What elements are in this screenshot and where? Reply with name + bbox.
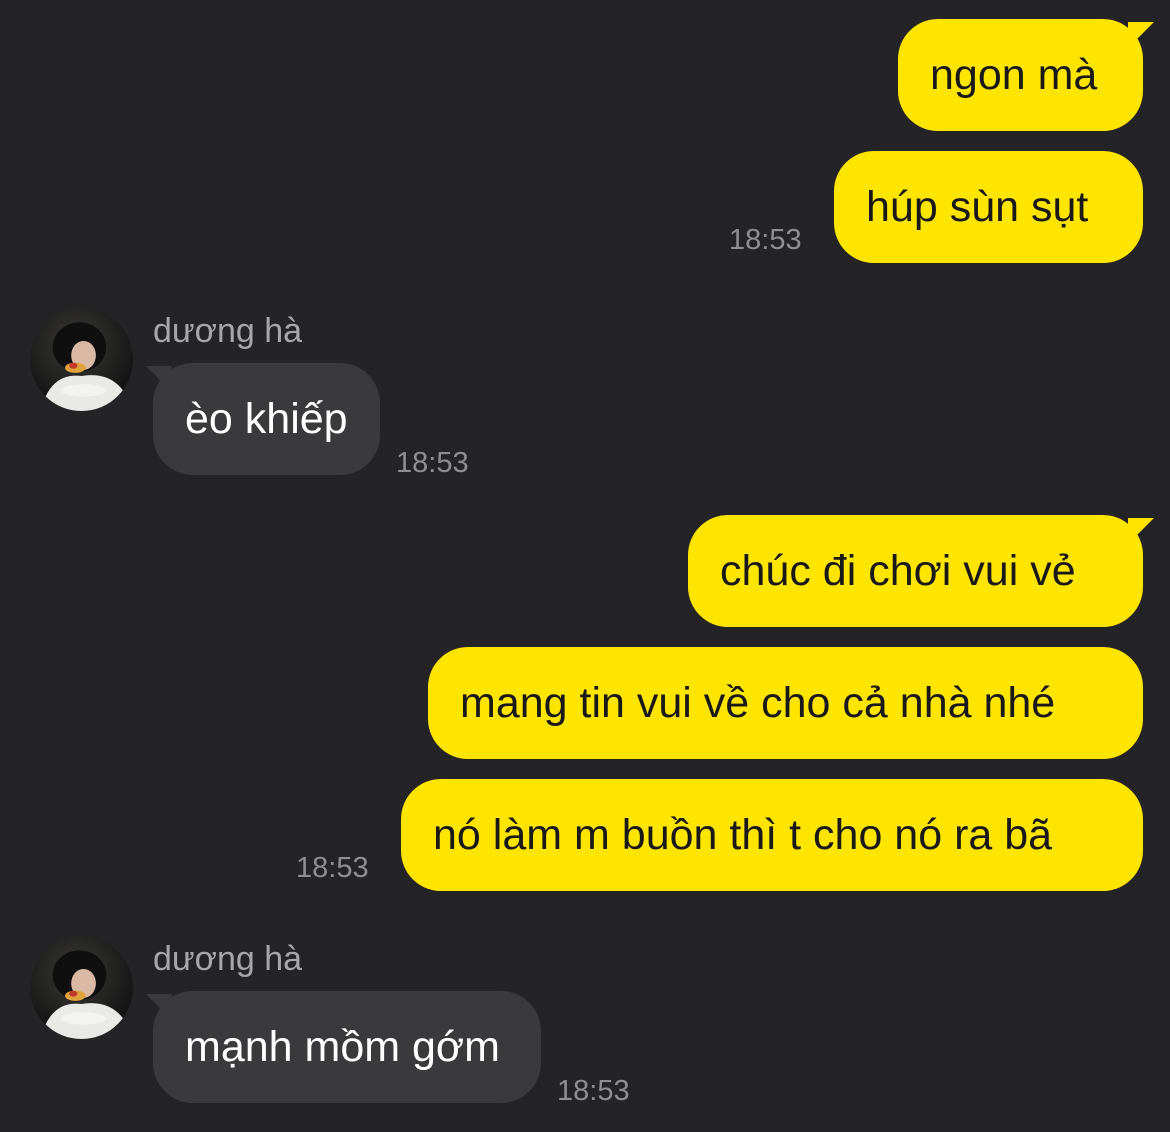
message-text: ngon mà (930, 50, 1098, 99)
bubble-tail (146, 994, 172, 1020)
bubble-tail (146, 366, 172, 392)
contact-avatar[interactable] (30, 936, 133, 1039)
message-timestamp: 18:53 (396, 447, 469, 479)
message-text: húp sùn sụt (866, 182, 1089, 231)
bubble-tail (1128, 22, 1154, 48)
message-text: chúc đi chơi vui vẻ (720, 546, 1076, 595)
outgoing-message-bubble[interactable]: húp sùn sụt (834, 151, 1143, 263)
message-timestamp: 18:53 (296, 852, 369, 884)
message-text: mạnh mồm gớm (185, 1022, 500, 1071)
contact-avatar[interactable] (30, 308, 133, 411)
avatar-photo-icon (40, 950, 133, 1039)
outgoing-message-bubble[interactable]: chúc đi chơi vui vẻ (688, 515, 1143, 627)
message-timestamp: 18:53 (557, 1075, 630, 1107)
outgoing-message-bubble[interactable]: nó làm m buồn thì t cho nó ra bã (401, 779, 1143, 891)
sender-name: dương hà (153, 312, 303, 350)
outgoing-message-bubble[interactable]: mang tin vui về cho cả nhà nhé (428, 647, 1143, 759)
message-text: nó làm m buồn thì t cho nó ra bã (433, 810, 1053, 859)
incoming-message-bubble[interactable]: mạnh mồm gớm (153, 991, 541, 1103)
message-text: èo khiếp (185, 394, 348, 443)
message-text: mang tin vui về cho cả nhà nhé (460, 678, 1056, 727)
sender-name: dương hà (153, 940, 303, 978)
message-timestamp: 18:53 (729, 224, 802, 256)
outgoing-message-bubble[interactable]: ngon mà (898, 19, 1143, 131)
avatar-photo-icon (40, 322, 133, 411)
bubble-tail (1128, 518, 1154, 544)
incoming-message-bubble[interactable]: èo khiếp (153, 363, 380, 475)
